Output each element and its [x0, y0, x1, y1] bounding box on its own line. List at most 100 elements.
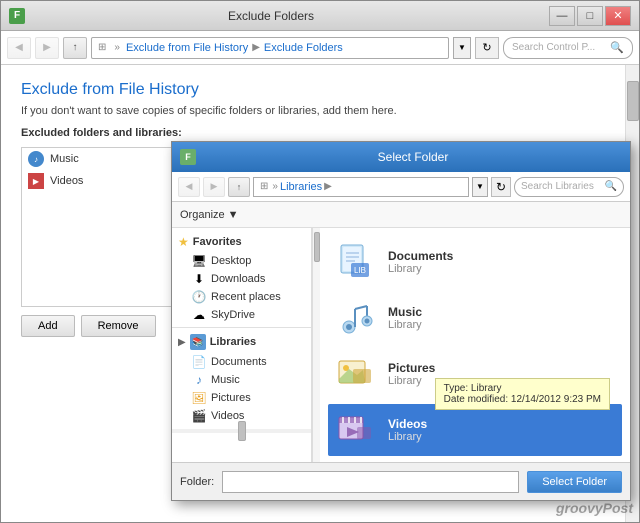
documents-lib-info: Documents Library: [388, 249, 453, 275]
page-title: Exclude from File History: [21, 81, 605, 99]
organize-label: Organize: [180, 209, 225, 221]
dialog-up-button[interactable]: ↑: [228, 177, 250, 197]
excluded-section-label: Excluded folders and libraries:: [21, 127, 605, 139]
dialog-app-icon: F: [180, 149, 196, 165]
window-title: Exclude Folders: [0, 9, 549, 23]
sidebar-scrollbar-thumb: [238, 421, 246, 441]
libraries-folder-icon: 📚: [190, 334, 206, 350]
select-folder-button[interactable]: Select Folder: [527, 471, 622, 493]
videos-lib-name: Videos: [388, 417, 427, 431]
close-button[interactable]: ✕: [605, 6, 631, 26]
search-placeholder: Search Control P...: [512, 42, 610, 53]
documents-lib-name: Documents: [388, 249, 453, 263]
music-item-label: Music: [50, 153, 79, 165]
dialog-sidebar: ★ Favorites 🖥 Desktop ⬇ Downloads 🕐 Rece…: [172, 228, 312, 462]
libraries-label: Libraries: [210, 336, 256, 348]
star-icon: ★: [178, 235, 189, 249]
videos-big-icon: [336, 410, 376, 450]
maximize-button[interactable]: □: [577, 6, 603, 26]
search-icon: 🔍: [610, 41, 624, 54]
library-item-videos[interactable]: Videos Library: [328, 404, 622, 456]
libraries-section[interactable]: ▶ 📚 Libraries: [172, 331, 311, 353]
page-subtitle: If you don't want to save copies of spec…: [21, 105, 605, 117]
remove-button[interactable]: Remove: [81, 315, 156, 337]
pictures-big-icon: [336, 354, 376, 394]
recent-label: Recent places: [211, 291, 281, 303]
favorites-label: Favorites: [193, 236, 242, 248]
select-folder-dialog: F Select Folder ◀ ▶ ↑ ⊞ » Libraries ▶ ▼ …: [171, 141, 631, 501]
sidebar-item-downloads[interactable]: ⬇ Downloads: [172, 270, 311, 288]
dialog-forward-button[interactable]: ▶: [203, 177, 225, 197]
library-item-music[interactable]: Music Library: [328, 292, 622, 344]
tooltip-date-modified: Date modified: 12/14/2012 9:23 PM: [444, 394, 601, 405]
organize-button[interactable]: Organize ▼: [180, 209, 239, 221]
breadcrumb: ⊞ » Exclude from File History ▶ Exclude …: [98, 42, 343, 54]
desktop-icon: 🖥: [192, 254, 206, 268]
video-icon: ▶: [28, 173, 44, 189]
forward-button[interactable]: ▶: [35, 37, 59, 59]
dialog-address-dropdown[interactable]: ▼: [472, 177, 488, 197]
dialog-main: LIB Documents Library: [320, 228, 630, 462]
dialog-breadcrumb-libraries[interactable]: Libraries: [280, 181, 322, 193]
library-item-documents[interactable]: LIB Documents Library: [328, 236, 622, 288]
breadcrumb-exclude-folders[interactable]: Exclude Folders: [264, 42, 343, 54]
downloads-icon: ⬇: [192, 272, 206, 286]
pictures-label: Pictures: [211, 392, 251, 404]
breadcrumb-file-history[interactable]: Exclude from File History: [126, 42, 248, 54]
title-bar: F Exclude Folders — □ ✕: [1, 1, 639, 31]
dialog-search-placeholder: Search Libraries: [521, 181, 601, 192]
window-controls: — □ ✕: [549, 6, 631, 26]
downloads-label: Downloads: [211, 273, 265, 285]
sidebar-item-documents[interactable]: 📄 Documents: [172, 353, 311, 371]
folder-label: Folder:: [180, 476, 214, 488]
dialog-back-button[interactable]: ◀: [178, 177, 200, 197]
dialog-address-path[interactable]: ⊞ » Libraries ▶: [253, 177, 469, 197]
back-button[interactable]: ◀: [7, 37, 31, 59]
address-path[interactable]: ⊞ » Exclude from File History ▶ Exclude …: [91, 37, 449, 59]
dialog-toolbar: Organize ▼: [172, 202, 630, 228]
pictures-lib-name: Pictures: [388, 361, 435, 375]
music-lib-icon: ♪: [192, 373, 206, 387]
dialog-title-bar: F Select Folder: [172, 142, 630, 172]
music-lib-name: Music: [388, 305, 422, 319]
sidebar-item-recent[interactable]: 🕐 Recent places: [172, 288, 311, 306]
sidebar-scrollbar-thumb2: [314, 232, 320, 262]
music-lib-info: Music Library: [388, 305, 422, 331]
refresh-button[interactable]: ↻: [475, 37, 499, 59]
sidebar-item-pictures[interactable]: 🖼 Pictures: [172, 389, 311, 407]
breadcrumb-sep: »: [114, 42, 120, 53]
sidebar-item-desktop[interactable]: 🖥 Desktop: [172, 252, 311, 270]
skydrive-icon: ☁: [192, 308, 206, 322]
minimize-button[interactable]: —: [549, 6, 575, 26]
videos-item-label: Videos: [50, 175, 83, 187]
search-input-box[interactable]: Search Control P... 🔍: [503, 37, 633, 59]
music-big-icon: [336, 298, 376, 338]
folder-input[interactable]: [222, 471, 519, 493]
music-icon: ♪: [28, 151, 44, 167]
videos-lib-info: Videos Library: [388, 417, 427, 443]
pictures-lib-sub: Library: [388, 375, 435, 387]
music-lib-sub: Library: [388, 319, 422, 331]
organize-arrow-icon: ▼: [228, 209, 239, 221]
documents-big-icon: LIB: [336, 242, 376, 282]
desktop-label: Desktop: [211, 255, 251, 267]
sidebar-scrollbar[interactable]: [312, 228, 320, 462]
address-dropdown[interactable]: ▼: [453, 37, 471, 59]
breadcrumb-arrow: ▶: [252, 42, 260, 53]
up-button[interactable]: ↑: [63, 37, 87, 59]
dialog-search-input[interactable]: Search Libraries 🔍: [514, 177, 624, 197]
sidebar-item-skydrive[interactable]: ☁ SkyDrive: [172, 306, 311, 324]
scrollbar-thumb: [627, 81, 639, 121]
dialog-address-bar: ◀ ▶ ↑ ⊞ » Libraries ▶ ▼ ↻ Search Librari…: [172, 172, 630, 202]
recent-places-icon: 🕐: [192, 290, 206, 304]
svg-text:LIB: LIB: [354, 266, 366, 275]
sidebar-item-music-lib[interactable]: ♪ Music: [172, 371, 311, 389]
music-lib-label: Music: [211, 374, 240, 386]
favorites-section[interactable]: ★ Favorites: [172, 232, 311, 252]
skydrive-label: SkyDrive: [211, 309, 255, 321]
documents-lib-label: Documents: [211, 356, 267, 368]
dialog-refresh-button[interactable]: ↻: [491, 177, 511, 197]
add-button[interactable]: Add: [21, 315, 75, 337]
videos-lib-icon: 🎬: [192, 409, 206, 423]
dialog-title: Select Folder: [204, 150, 622, 164]
